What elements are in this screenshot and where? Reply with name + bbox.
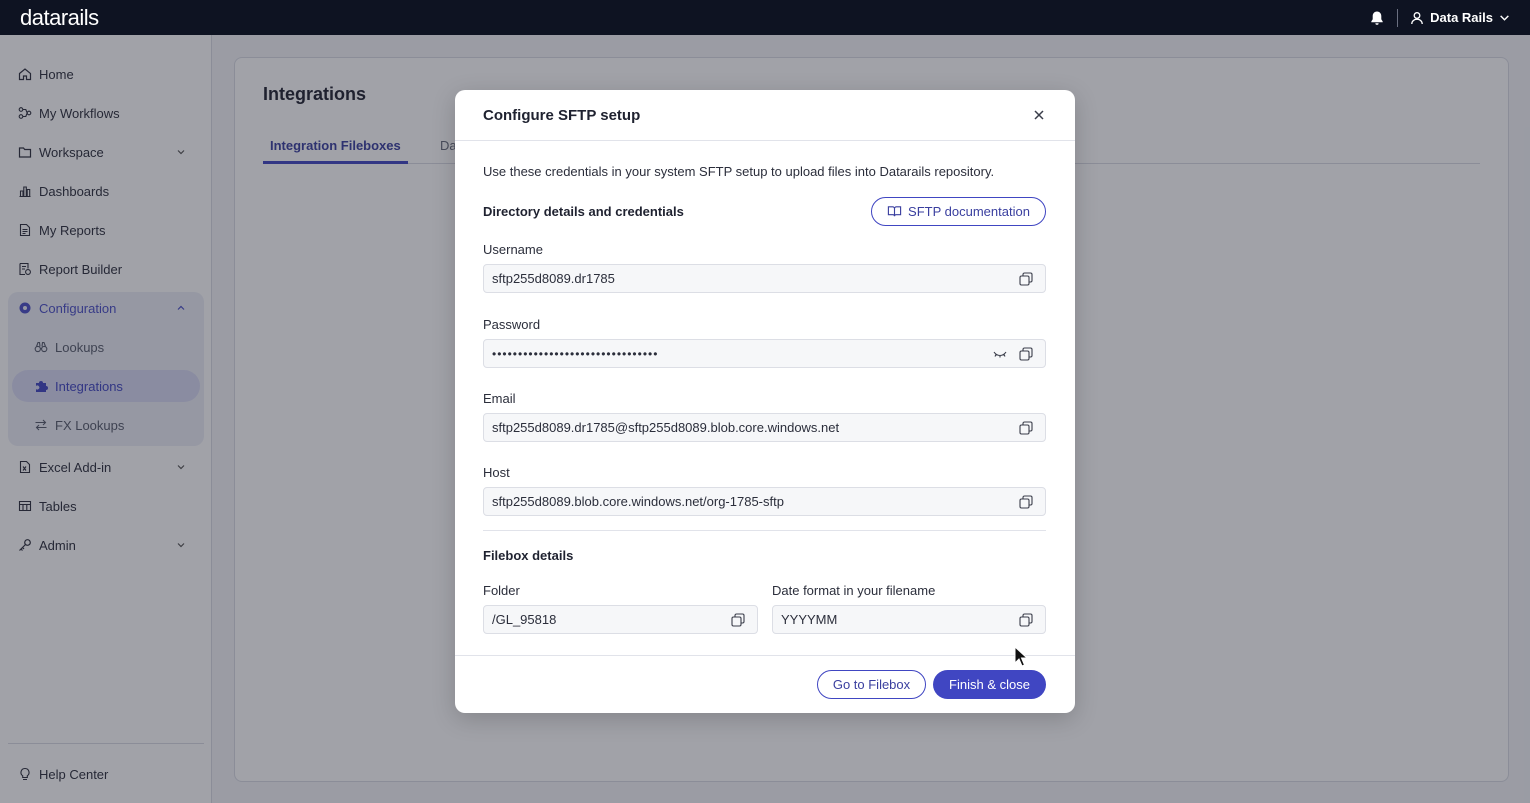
section-divider (483, 530, 1046, 531)
host-value: sftp255d8089.blob.core.windows.net/org-1… (492, 494, 784, 509)
modal-footer-divider (455, 655, 1075, 656)
user-name: Data Rails (1430, 10, 1493, 25)
copy-icon[interactable] (1019, 272, 1033, 286)
close-icon[interactable] (1031, 107, 1047, 123)
date-format-value: YYYYMM (781, 612, 838, 627)
sftp-documentation-label: SFTP documentation (908, 204, 1030, 219)
password-label: Password (483, 317, 541, 332)
email-label: Email (483, 391, 516, 406)
copy-icon[interactable] (1019, 421, 1033, 435)
user-icon (1411, 11, 1423, 24)
folder-field[interactable]: /GL_95818 (483, 605, 758, 634)
username-label: Username (483, 242, 543, 257)
username-field[interactable]: sftp255d8089.dr1785 (483, 264, 1046, 293)
host-label: Host (483, 465, 510, 480)
username-value: sftp255d8089.dr1785 (492, 271, 615, 286)
eye-closed-icon[interactable] (993, 349, 1007, 359)
password-value: •••••••••••••••••••••••••••••••• (492, 346, 659, 361)
mouse-cursor-icon (1014, 646, 1029, 667)
email-value: sftp255d8089.dr1785@sftp255d8089.blob.co… (492, 420, 840, 435)
folder-label: Folder (483, 583, 520, 598)
top-right-controls: Data Rails (1369, 8, 1510, 27)
folder-value: /GL_95818 (492, 612, 557, 627)
book-icon (887, 206, 902, 217)
copy-icon[interactable] (731, 613, 745, 627)
host-field[interactable]: sftp255d8089.blob.core.windows.net/org-1… (483, 487, 1046, 516)
top-bar: datarails Data Rails (0, 0, 1530, 35)
modal-title: Configure SFTP setup (483, 107, 641, 124)
datarails-logo[interactable]: datarails (20, 5, 99, 31)
go-to-filebox-button[interactable]: Go to Filebox (817, 670, 926, 699)
bell-icon[interactable] (1369, 10, 1385, 26)
email-field[interactable]: sftp255d8089.dr1785@sftp255d8089.blob.co… (483, 413, 1046, 442)
section-title-filebox: Filebox details (483, 548, 574, 563)
user-menu[interactable]: Data Rails (1410, 10, 1510, 25)
password-field[interactable]: •••••••••••••••••••••••••••••••• (483, 339, 1046, 368)
copy-icon[interactable] (1019, 347, 1033, 361)
sftp-setup-modal: Configure SFTP setup Use these credentia… (455, 90, 1075, 713)
section-title-credentials: Directory details and credentials (483, 204, 684, 219)
modal-header: Configure SFTP setup (455, 90, 1075, 141)
copy-icon[interactable] (1019, 613, 1033, 627)
sftp-documentation-button[interactable]: SFTP documentation (871, 197, 1046, 226)
intro-text: Use these credentials in your system SFT… (483, 164, 995, 179)
copy-icon[interactable] (1019, 495, 1033, 509)
chevron-down-icon (1500, 15, 1509, 21)
date-format-label: Date format in your filename (772, 583, 936, 598)
top-divider (1397, 8, 1399, 27)
finish-close-button[interactable]: Finish & close (933, 670, 1046, 699)
date-format-field[interactable]: YYYYMM (772, 605, 1046, 634)
